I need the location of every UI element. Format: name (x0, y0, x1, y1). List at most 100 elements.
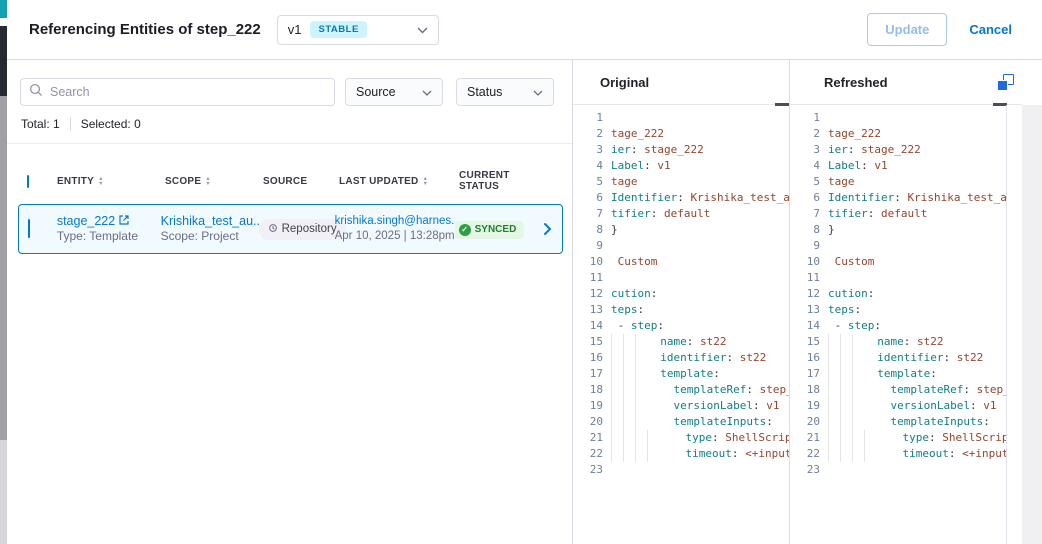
chevron-right-icon[interactable] (543, 222, 552, 236)
refreshed-code[interactable]: 12tage_2223ier: stage_2224Label: v15tage… (790, 105, 1007, 544)
line-number: 21 (790, 430, 820, 446)
code-line: 4Label: v1 (573, 158, 789, 174)
original-code[interactable]: 12tage_2223ier: stage_2224Label: v15tage… (573, 105, 789, 544)
line-number: 20 (573, 414, 603, 430)
line-number: 15 (573, 334, 603, 350)
entity-link[interactable]: stage_222 (57, 214, 161, 229)
sort-icon[interactable]: ▲▼ (98, 177, 104, 186)
scope-link[interactable]: Krishika_test_au... (161, 214, 259, 229)
indent-guide (611, 446, 612, 462)
cancel-button[interactable]: Cancel (969, 22, 1012, 37)
background-dark-bar (0, 26, 7, 96)
indent-guide (840, 334, 841, 350)
code-text: ier: stage_222 (611, 142, 789, 158)
search-input[interactable] (50, 85, 326, 99)
screen: Referencing Entities of step_222 v1 STAB… (0, 0, 1042, 544)
search-box (20, 78, 335, 106)
column-entity[interactable]: ENTITY ▲▼ (57, 176, 165, 187)
sort-icon[interactable]: ▲▼ (205, 177, 211, 186)
code-text: versionLabel: v1 (828, 398, 1006, 414)
line-number: 14 (790, 318, 820, 334)
code-line: 5tage (573, 174, 789, 190)
line-number: 17 (790, 366, 820, 382)
code-line: 8} (573, 222, 789, 238)
indent-guide (635, 430, 636, 446)
line-number: 11 (573, 270, 603, 286)
code-text: name: st22 (828, 334, 1006, 350)
entities-section: Source Status Total: 1 (7, 60, 573, 544)
refreshed-panel: Refreshed 12tage_2223ier: stage_2224Labe… (790, 60, 1022, 544)
code-text: type: ShellScript (828, 430, 1006, 446)
chevron-down-icon (533, 85, 543, 99)
indent-guide (623, 366, 624, 382)
row-checkbox[interactable] (28, 219, 30, 238)
indent-guide (840, 366, 841, 382)
code-text: Label: v1 (611, 158, 789, 174)
code-line: 16 identifier: st22 (790, 350, 1006, 366)
original-title: Original (600, 75, 649, 90)
filter-bar: Source Status (20, 78, 559, 106)
table-row[interactable]: stage_222 Type: Template Krishika_test_a… (18, 204, 563, 254)
line-number: 6 (790, 190, 820, 206)
code-text: Custom (611, 254, 789, 270)
line-number: 13 (573, 302, 603, 318)
code-text: templateRef: step_222 (828, 382, 1006, 398)
vertical-scrollbar-track[interactable] (1022, 105, 1042, 544)
table-header: ENTITY ▲▼ SCOPE ▲▼ SOURCE LAST UPDATED ▲… (7, 170, 572, 192)
code-line: 3ier: stage_222 (790, 142, 1006, 158)
code-line: 11 (790, 270, 1006, 286)
entity-type: Type: Template (57, 229, 161, 244)
status-filter-dropdown[interactable]: Status (456, 78, 554, 106)
indent-guide (635, 446, 636, 462)
code-text (828, 238, 1006, 254)
code-line: 3ier: stage_222 (573, 142, 789, 158)
code-line: 18 templateRef: step_222 (790, 382, 1006, 398)
refreshed-panel-header: Refreshed (790, 60, 1022, 105)
indent-guide (852, 350, 853, 366)
code-text: Identifier: Krishika_test_aut (611, 190, 789, 206)
line-number: 17 (573, 366, 603, 382)
indent-guide (828, 366, 829, 382)
version-select[interactable]: v1 STABLE (277, 15, 439, 45)
code-line: 7tifier: default (790, 206, 1006, 222)
line-number: 8 (790, 222, 820, 238)
chevron-down-icon (417, 21, 428, 39)
line-number: 16 (573, 350, 603, 366)
column-scope[interactable]: SCOPE ▲▼ (165, 176, 263, 187)
indent-guide (623, 382, 624, 398)
line-number: 18 (573, 382, 603, 398)
code-text: type: ShellScript (611, 430, 789, 446)
line-number: 22 (790, 446, 820, 462)
select-all-checkbox[interactable] (27, 175, 29, 188)
update-button[interactable]: Update (867, 13, 947, 46)
indent-guide (635, 398, 636, 414)
line-number: 23 (790, 462, 820, 478)
updated-by-link[interactable]: krishika.singh@harnes... (335, 214, 455, 229)
indent-guide (635, 382, 636, 398)
copy-icon[interactable] (997, 74, 1014, 91)
sort-icon[interactable]: ▲▼ (422, 177, 428, 186)
code-line: 21 type: ShellScript (790, 430, 1006, 446)
source-filter-dropdown[interactable]: Source (345, 78, 443, 106)
indent-guide (623, 414, 624, 430)
dialog-body: Source Status Total: 1 (7, 60, 1042, 544)
line-number: 7 (573, 206, 603, 222)
code-line: 9 (573, 238, 789, 254)
code-text: identifier: st22 (828, 350, 1006, 366)
chevron-down-icon (422, 85, 432, 99)
background-teal-bar (0, 0, 7, 18)
selection-summary: Total: 1 Selected: 0 (21, 117, 572, 131)
line-number: 2 (790, 126, 820, 142)
code-text (611, 110, 789, 126)
line-number: 13 (790, 302, 820, 318)
line-number: 3 (790, 142, 820, 158)
indent-guide (828, 334, 829, 350)
code-text (828, 270, 1006, 286)
code-text: tage_222 (828, 126, 1006, 142)
code-line: 1 (790, 110, 1006, 126)
indent-guide (635, 350, 636, 366)
indent-guide (611, 350, 612, 366)
code-text: timeout: <+input> (828, 446, 1006, 462)
column-last-updated[interactable]: LAST UPDATED ▲▼ (339, 176, 459, 187)
code-line: 20 templateInputs: (573, 414, 789, 430)
